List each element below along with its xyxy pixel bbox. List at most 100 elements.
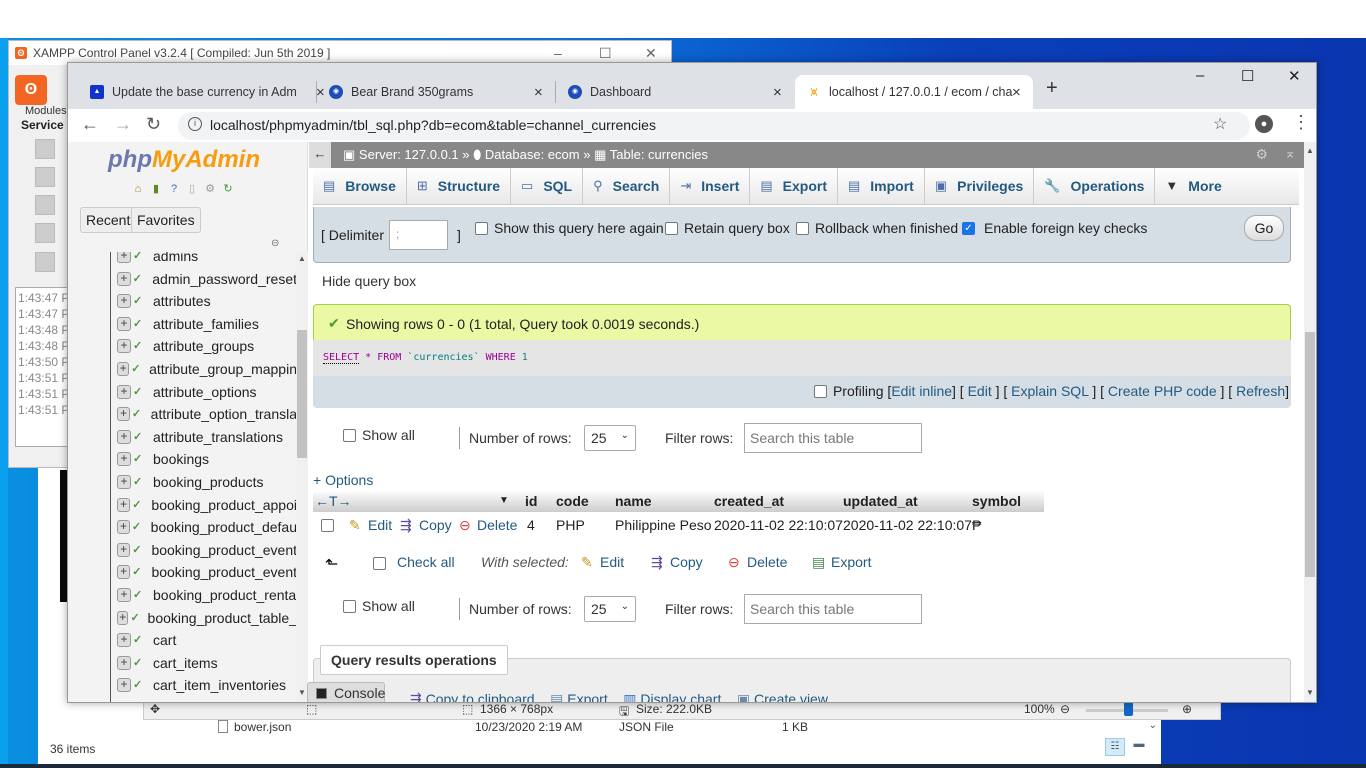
expand-plus-icon[interactable]: + (117, 610, 129, 625)
tab-insert[interactable]: ⇥ Insert (670, 168, 751, 205)
home-icon[interactable]: ⌂ (131, 182, 145, 196)
expand-plus-icon[interactable]: + (117, 565, 131, 580)
scroll-down-icon[interactable]: ▼ (1306, 688, 1314, 697)
info-icon[interactable]: i (188, 117, 202, 131)
expand-plus-icon[interactable]: + (117, 271, 131, 286)
table-structure-icon[interactable]: ✓ (132, 520, 145, 534)
expand-plus-icon[interactable]: + (117, 588, 131, 602)
service-checkbox[interactable] (35, 252, 55, 272)
expand-plus-icon[interactable]: + (117, 294, 131, 309)
number-of-rows-select[interactable]: 25 ⌄ (584, 596, 636, 622)
table-structure-icon[interactable]: ✓ (133, 294, 147, 308)
main-scroll-thumb[interactable] (1305, 332, 1315, 577)
export-link[interactable]: Export (567, 691, 607, 702)
expand-plus-icon[interactable]: + (117, 407, 130, 422)
phpmyadmin-logo[interactable]: phpMyAdmin (108, 146, 260, 174)
table-structure-icon[interactable]: ✓ (133, 475, 147, 489)
expand-plus-icon[interactable]: + (117, 475, 131, 489)
scroll-up-icon[interactable]: ▲ (1306, 146, 1314, 155)
nav-table-name[interactable]: attribute_translations (153, 429, 283, 445)
nav-table-name[interactable]: attribute_option_transla (151, 406, 296, 422)
minimize-button[interactable]: – (1196, 67, 1204, 84)
nav-table-item[interactable]: + ✓ bookings (117, 449, 296, 469)
nav-table-name[interactable]: cart_items (153, 655, 218, 671)
details-view-icon[interactable]: ☷ (1105, 738, 1125, 756)
zoom-slider-thumb[interactable] (1124, 702, 1133, 716)
nav-table-item[interactable]: + ✓ cart (117, 630, 296, 650)
edit-link[interactable]: Edit (968, 383, 992, 399)
menu-kebab-icon[interactable]: ⋮ (1292, 112, 1310, 133)
nav-table-item[interactable]: + ✓ attribute_groups (117, 336, 296, 356)
column-header-symbol[interactable]: symbol (972, 493, 1021, 509)
close-button[interactable]: ✕ (645, 45, 657, 62)
maximize-button[interactable]: ☐ (1241, 67, 1254, 85)
tab-export[interactable]: ▤ Export (750, 168, 838, 205)
recent-button[interactable]: Recent (80, 207, 137, 233)
nav-scroll-thumb[interactable] (297, 330, 307, 458)
cell-symbol[interactable]: ₱ (972, 517, 981, 533)
expand-chevron-icon[interactable]: ⌄ (1149, 720, 1157, 731)
column-header-name[interactable]: name (615, 493, 652, 509)
bulk-edit-button[interactable]: Edit (600, 554, 624, 570)
row-copy-link[interactable]: Copy (419, 517, 452, 533)
table-structure-icon[interactable]: ✓ (132, 565, 145, 579)
service-checkbox[interactable] (35, 195, 55, 215)
favorites-button[interactable]: Favorites (131, 207, 201, 233)
expand-plus-icon[interactable]: + (117, 316, 131, 331)
table-structure-icon[interactable]: ✓ (133, 452, 147, 466)
large-icons-view-icon[interactable]: ▬ (1129, 738, 1149, 756)
tab-bear-brand[interactable]: ◉ Bear Brand 350grams × (329, 75, 545, 109)
nav-table-name[interactable]: cart_item_inventories (153, 677, 286, 693)
nav-table-name[interactable]: booking_product_defau (151, 519, 296, 535)
column-header-code[interactable]: code (556, 493, 589, 509)
nav-table-name[interactable]: booking_product_renta (153, 587, 296, 603)
check-all-checkbox[interactable] (373, 557, 386, 570)
breadcrumb-database[interactable]: Database: ecom (485, 147, 580, 162)
row-delete-link[interactable]: Delete (477, 517, 517, 533)
tab-sql[interactable]: ▭ SQL (511, 168, 584, 205)
explain-sql-link[interactable]: Explain SQL (1011, 383, 1088, 399)
table-structure-icon[interactable]: ✓ (133, 588, 147, 602)
breadcrumb-server[interactable]: Server: 127.0.0.1 (359, 147, 459, 162)
tab-dashboard[interactable]: ◉ Dashboard × (568, 75, 784, 109)
expand-plus-icon[interactable]: + (117, 362, 130, 376)
expand-plus-icon[interactable]: + (117, 542, 131, 557)
expand-plus-icon[interactable]: + (117, 252, 131, 263)
help-icon[interactable]: ? (167, 182, 181, 196)
address-bar[interactable]: i localhost/phpmyadmin/tbl_sql.php?db=ec… (178, 112, 1250, 140)
table-structure-icon[interactable]: ✓ (132, 543, 145, 557)
tab-phpmyadmin[interactable]: ⩙ localhost / 127.0.0.1 / ecom / cha × (795, 75, 1033, 109)
table-structure-icon[interactable]: ✓ (133, 272, 147, 286)
nav-table-name[interactable]: booking_product_appoi (151, 497, 296, 513)
nav-table-name[interactable]: attribute_families (153, 316, 259, 332)
number-of-rows-select[interactable]: 25 ⌄ (584, 425, 636, 451)
table-structure-icon[interactable]: ✓ (133, 339, 147, 353)
nav-table-item[interactable]: + ✓ booking_product_renta (117, 585, 296, 605)
tab-privileges[interactable]: ▣ Privileges (925, 168, 1035, 205)
expand-plus-icon[interactable]: + (117, 633, 131, 648)
nav-table-name[interactable]: attribute_groups (153, 338, 254, 354)
delimiter-input[interactable]: ; (389, 220, 448, 250)
sql-select-keyword[interactable]: SELECT (323, 352, 360, 364)
settings-gear-icon[interactable]: ⚙ (1255, 146, 1268, 163)
main-scrollbar[interactable]: ▲ ▼ (1304, 142, 1316, 702)
expand-plus-icon[interactable]: + (117, 339, 131, 354)
tab-import[interactable]: ▤ Import (838, 168, 925, 205)
collapse-top-icon[interactable]: ⌅ (1284, 145, 1296, 162)
filter-rows-input[interactable]: Search this table (744, 423, 922, 453)
expand-plus-icon[interactable]: + (117, 384, 131, 399)
table-structure-icon[interactable]: ✓ (133, 385, 147, 399)
row-checkbox[interactable] (321, 519, 334, 532)
close-button[interactable]: ✕ (1288, 67, 1301, 85)
minimize-button[interactable]: – (554, 45, 562, 61)
nav-table-item[interactable]: + ✓ admins (117, 252, 296, 266)
tab-browse[interactable]: ▤ Browse (313, 168, 407, 205)
bookmark-star-icon[interactable]: ☆ (1213, 114, 1227, 134)
retain-query-box-checkbox[interactable] (665, 222, 678, 235)
nav-table-item[interactable]: + ✓ booking_products (117, 472, 296, 492)
row-edit-link[interactable]: Edit (368, 517, 392, 533)
options-link[interactable]: + Options (313, 472, 373, 488)
create-php-code-link[interactable]: Create PHP code (1108, 383, 1217, 399)
bulk-export-button[interactable]: Export (831, 554, 871, 570)
nav-scrollbar[interactable]: ▲ ▼ (296, 252, 308, 702)
